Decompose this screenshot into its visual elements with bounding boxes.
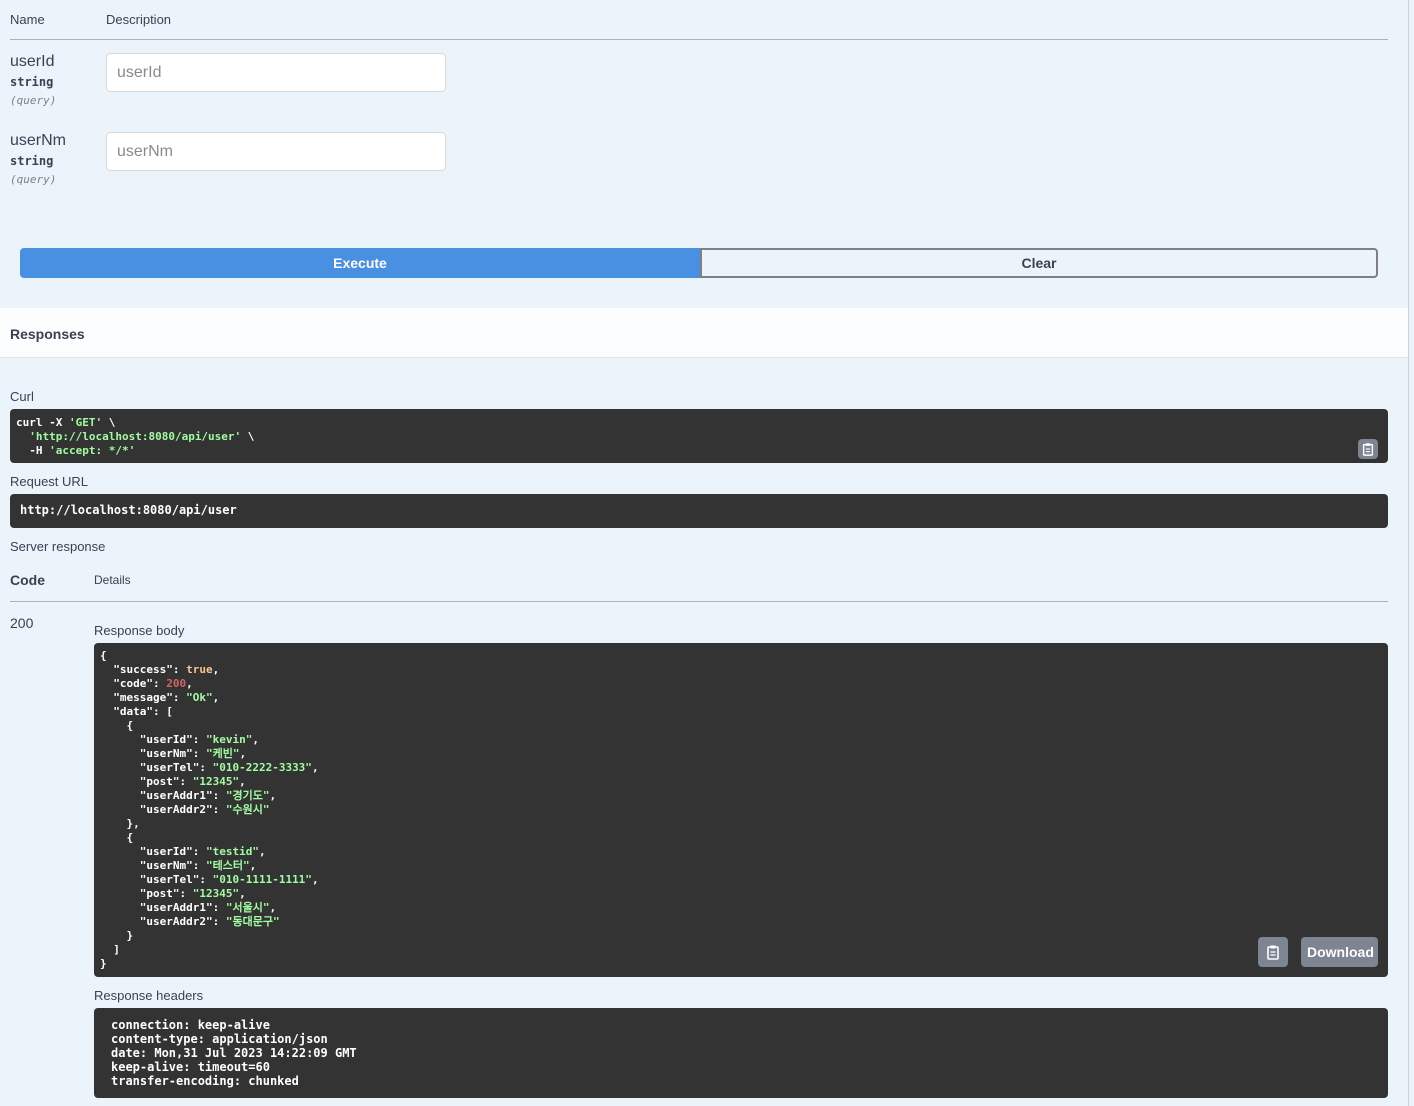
download-button[interactable]: Download [1301, 937, 1378, 967]
page-right-edge [1408, 0, 1414, 1106]
response-table-header: Code Details [10, 568, 1388, 602]
description-column-header: Description [106, 12, 172, 27]
response-body-json: { "success": true, "code": 200, "message… [100, 649, 319, 970]
parameter-location: (query) [10, 94, 57, 107]
parameter-type: string [10, 75, 54, 89]
request-url: http://localhost:8080/api/user [20, 503, 237, 517]
parameter-location: (query) [10, 173, 57, 186]
copy-response-button[interactable] [1258, 937, 1288, 967]
header-line: date: Mon,31 Jul 2023 14:22:09 GMT [111, 1046, 357, 1060]
parameter-row-userid: userId string (query) [10, 53, 510, 123]
code-column-header: Code [10, 572, 45, 588]
response-body-block[interactable]: { "success": true, "code": 200, "message… [94, 643, 1388, 977]
response-headers-block: connection: keep-alive content-type: app… [94, 1008, 1388, 1098]
server-response-label: Server response [10, 539, 106, 554]
copy-curl-button[interactable] [1358, 439, 1378, 459]
responses-section-header: Responses [0, 308, 1408, 358]
clear-button[interactable]: Clear [700, 248, 1378, 278]
response-headers-label: Response headers [94, 988, 204, 1003]
request-url-label: Request URL [10, 474, 89, 489]
curl-label: Curl [10, 389, 34, 404]
header-line: transfer-encoding: chunked [111, 1074, 299, 1088]
response-headers-list: connection: keep-alive content-type: app… [111, 1018, 1371, 1088]
execute-button[interactable]: Execute [20, 248, 700, 278]
header-line: keep-alive: timeout=60 [111, 1060, 270, 1074]
response-body-label: Response body [94, 623, 185, 638]
usernm-input[interactable] [106, 132, 446, 171]
parameters-header: Name Description [10, 0, 1388, 40]
clipboard-icon [1267, 945, 1279, 960]
details-column-header: Details [94, 573, 131, 587]
header-line: connection: keep-alive [111, 1018, 270, 1032]
header-line: content-type: application/json [111, 1032, 328, 1046]
response-status-code: 200 [10, 615, 34, 631]
parameter-name: userId [10, 53, 55, 70]
parameter-row-usernm: userNm string (query) [10, 132, 510, 202]
name-column-header: Name [10, 12, 45, 27]
curl-command: curl -X 'GET' \ 'http://localhost:8080/a… [16, 416, 255, 457]
userid-input[interactable] [106, 53, 446, 92]
parameter-name: userNm [10, 132, 67, 149]
clipboard-icon [1362, 443, 1374, 456]
parameter-type: string [10, 154, 54, 168]
responses-title: Responses [10, 326, 85, 342]
execute-clear-group: Execute Clear [20, 248, 1378, 278]
curl-code-block[interactable]: curl -X 'GET' \ 'http://localhost:8080/a… [10, 409, 1388, 463]
request-url-block: http://localhost:8080/api/user [10, 494, 1388, 528]
